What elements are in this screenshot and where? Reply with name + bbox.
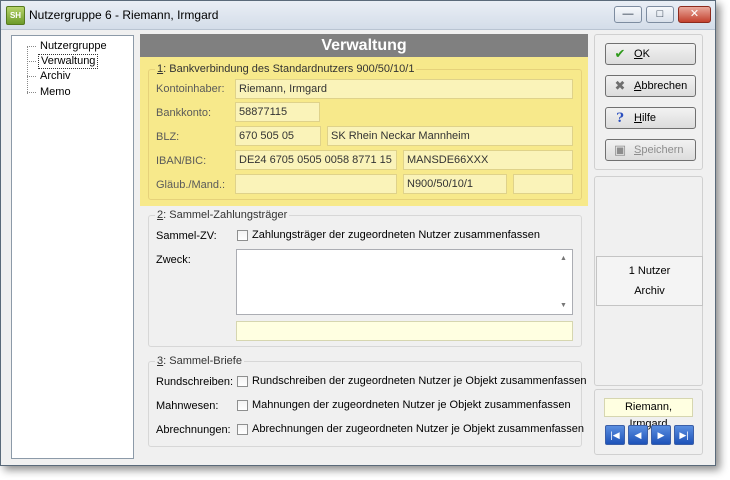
mandate-field[interactable]: N900/50/10/1 xyxy=(403,174,507,194)
info-box: 1 Nutzer Archiv xyxy=(596,256,703,306)
tree-item-label: Verwaltung xyxy=(38,53,99,69)
blz-label: BLZ: xyxy=(156,131,180,143)
save-button[interactable]: ▣ Speichern xyxy=(605,139,696,161)
collective-payer-legend: 2: Sammel-Zahlungsträger xyxy=(155,209,290,221)
dunning-checkbox-row[interactable]: Mahnungen der zugeordneten Nutzer je Obj… xyxy=(237,399,571,411)
navigation-tree: Nutzergruppe Verwaltung Archiv Memo xyxy=(11,35,134,459)
creditor-id-field[interactable] xyxy=(235,174,397,194)
previous-icon: ◀ xyxy=(634,430,642,440)
scroll-down-icon[interactable]: ▼ xyxy=(560,302,567,309)
cancel-button[interactable]: ✖ Abbrechen xyxy=(605,75,696,97)
floppy-disk-icon: ▣ xyxy=(613,142,627,157)
tree-item-label: Memo xyxy=(40,85,71,98)
account-field[interactable]: 58877115 xyxy=(235,102,320,122)
ok-button[interactable]: ✔ OK xyxy=(605,43,696,65)
navigator-current-name: Riemann, Irmgard xyxy=(604,398,693,430)
purpose-textarea[interactable]: ▲ ▼ xyxy=(236,249,573,315)
maximize-button[interactable]: □ xyxy=(646,6,674,23)
circular-checkbox[interactable] xyxy=(237,375,248,387)
scroll-up-icon[interactable]: ▲ xyxy=(560,255,567,262)
purpose-scrollbar[interactable]: ▲ ▼ xyxy=(556,250,572,314)
dunning-label: Mahnwesen: xyxy=(156,400,219,412)
next-icon: ▶ xyxy=(657,430,665,440)
circular-checkbox-label: Rundschreiben der zugeordneten Nutzer je… xyxy=(252,375,587,387)
tree-item-label: Nutzergruppe xyxy=(40,39,107,52)
tree-item-archiv[interactable]: Archiv xyxy=(27,69,73,83)
checkmark-icon: ✔ xyxy=(614,46,626,61)
collective-zv-checkbox-row[interactable]: Zahlungsträger der zugeordneten Nutzer z… xyxy=(237,229,540,241)
panel-title: Verwaltung xyxy=(140,34,588,57)
circular-checkbox-row[interactable]: Rundschreiben der zugeordneten Nutzer je… xyxy=(237,375,586,387)
owner-label: Kontoinhaber: xyxy=(156,83,225,95)
bank-connection-legend: 1: Bankverbindung des Standardnutzers 90… xyxy=(155,63,417,75)
question-mark-icon: ? xyxy=(616,110,624,126)
tree-item-nutzergruppe[interactable]: Nutzergruppe xyxy=(27,39,109,53)
iban-field[interactable]: DE24 6705 0505 0058 8771 15 xyxy=(235,150,397,170)
owner-field[interactable]: Riemann, Irmgard xyxy=(235,79,573,99)
collective-zv-checkbox-label: Zahlungsträger der zugeordneten Nutzer z… xyxy=(252,229,540,241)
close-button[interactable]: ✕ xyxy=(678,6,711,23)
first-icon: |◀ xyxy=(610,430,620,440)
help-button[interactable]: ? Hilfe xyxy=(605,107,696,129)
purpose-extra-field[interactable] xyxy=(236,321,573,341)
billing-checkbox-row[interactable]: Abrechnungen der zugeordneten Nutzer je … xyxy=(237,423,584,435)
billing-label: Abrechnungen: xyxy=(156,424,231,436)
blz-field[interactable]: 670 505 05 xyxy=(235,126,321,146)
first-record-button[interactable]: |◀ xyxy=(605,425,625,445)
billing-checkbox-label: Abrechnungen der zugeordneten Nutzer je … xyxy=(252,423,585,435)
dunning-checkbox-label: Mahnungen der zugeordneten Nutzer je Obj… xyxy=(252,399,571,411)
app-icon: SH xyxy=(6,6,25,25)
account-label: Bankkonto: xyxy=(156,107,212,119)
last-record-button[interactable]: ▶| xyxy=(674,425,694,445)
ok-button-label: OK xyxy=(634,48,650,60)
tree-item-memo[interactable]: Memo xyxy=(27,85,73,99)
bic-field[interactable]: MANSDE66XXX xyxy=(403,150,573,170)
next-record-button[interactable]: ▶ xyxy=(651,425,671,445)
previous-record-button[interactable]: ◀ xyxy=(628,425,648,445)
collective-zv-label: Sammel-ZV: xyxy=(156,230,217,242)
iban-bic-label: IBAN/BIC: xyxy=(156,155,207,167)
bank-name-field[interactable]: SK Rhein Neckar Mannheim xyxy=(327,126,573,146)
minimize-button[interactable]: — xyxy=(614,6,642,23)
circular-label: Rundschreiben: xyxy=(156,376,234,388)
help-button-label: Hilfe xyxy=(634,112,657,124)
window-title: Nutzergruppe 6 - Riemann, Irmgard xyxy=(29,8,219,22)
dunning-checkbox[interactable] xyxy=(237,399,248,411)
archive-label: Archiv xyxy=(634,285,665,297)
cancel-button-label: Abbrechen xyxy=(634,80,688,92)
collective-letters-legend: 3: Sammel-Briefe xyxy=(155,355,244,367)
tree-item-verwaltung[interactable]: Verwaltung xyxy=(27,53,99,69)
title-bar: SH Nutzergruppe 6 - Riemann, Irmgard — □… xyxy=(1,1,715,30)
creditor-label: Gläub./Mand.: xyxy=(156,179,226,191)
cross-icon: ✖ xyxy=(614,78,626,93)
user-count: 1 Nutzer xyxy=(628,265,671,277)
mandate-extra-field[interactable] xyxy=(513,174,573,194)
tree-item-label: Archiv xyxy=(40,69,71,82)
last-icon: ▶| xyxy=(679,430,689,440)
save-button-label: Speichern xyxy=(634,144,684,156)
collective-zv-checkbox[interactable] xyxy=(237,229,248,241)
billing-checkbox[interactable] xyxy=(237,423,248,435)
purpose-label: Zweck: xyxy=(156,254,191,266)
main-window: SH Nutzergruppe 6 - Riemann, Irmgard — □… xyxy=(0,0,716,466)
